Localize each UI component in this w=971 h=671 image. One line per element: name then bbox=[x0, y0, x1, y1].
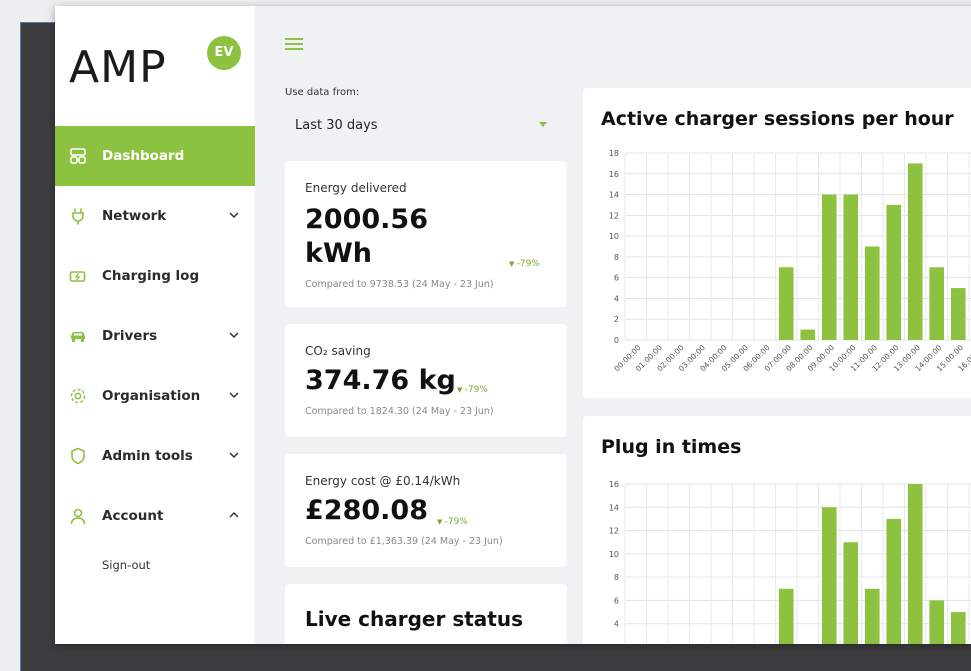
y-tick-label: 4 bbox=[614, 620, 619, 629]
sidebar-item-label: Account bbox=[102, 508, 164, 524]
sidebar-item-network[interactable]: Network bbox=[55, 186, 255, 246]
sidebar-item-charging-log[interactable]: Charging log bbox=[55, 246, 255, 306]
bar bbox=[864, 246, 880, 340]
card-title: CO₂ saving bbox=[305, 344, 371, 358]
bar bbox=[950, 612, 966, 644]
y-tick-label: 16 bbox=[609, 170, 619, 179]
comparison-text: Compared to 9738.53 (24 May - 23 Jun) bbox=[305, 279, 494, 290]
y-tick-label: 0 bbox=[614, 336, 619, 345]
sign-out-link[interactable]: Sign-out bbox=[102, 558, 150, 572]
chevron-down-icon[interactable] bbox=[227, 328, 241, 342]
caret-down-icon bbox=[539, 122, 547, 127]
bar bbox=[886, 204, 902, 340]
sidebar-item-admin-tools[interactable]: Admin tools bbox=[55, 426, 255, 486]
plug-icon bbox=[69, 207, 87, 225]
bar bbox=[843, 194, 859, 340]
bar bbox=[907, 484, 923, 644]
y-tick-label: 4 bbox=[614, 294, 619, 303]
sidebar-item-drivers[interactable]: Drivers bbox=[55, 306, 255, 366]
sidebar-item-label: Drivers bbox=[102, 328, 158, 344]
comparison-text: Compared to 1824.30 (24 May - 23 Jun) bbox=[305, 406, 494, 417]
app-window: AMP EV Dashboard Network Charging log Dr… bbox=[55, 6, 971, 644]
bar bbox=[821, 194, 837, 340]
chevron-down-icon[interactable] bbox=[227, 448, 241, 462]
sessions-bar-chart: 02468101214161800:00:0001:00:0002:00:000… bbox=[609, 149, 971, 373]
bar bbox=[929, 600, 945, 644]
y-tick-label: 6 bbox=[614, 274, 619, 283]
sidebar-item-account[interactable]: Account bbox=[55, 486, 255, 546]
energy-cost-card: Energy cost @ £0.14/kWh £280.08 -79% Com… bbox=[285, 454, 567, 567]
card-value: 2000.56 bbox=[305, 204, 428, 235]
car-icon bbox=[69, 327, 87, 345]
y-tick-label: 10 bbox=[609, 232, 619, 241]
card-title: Energy delivered bbox=[305, 181, 407, 195]
plug-in-times-panel: Plug in times 4 6 8 10 12 14 16 bbox=[583, 416, 971, 644]
date-range-label: Use data from: bbox=[285, 87, 360, 98]
sidebar-item-label: Charging log bbox=[102, 268, 200, 284]
logo-badge: EV bbox=[207, 36, 241, 70]
y-tick-label: 2 bbox=[614, 315, 619, 324]
gear-icon bbox=[69, 387, 87, 405]
comparison-text: Compared to £1,363.39 (24 May - 23 Jun) bbox=[305, 536, 503, 547]
plug-in-bar-chart: 4 6 8 10 12 14 16 bbox=[609, 480, 971, 644]
card-value: 374.76 kg bbox=[305, 365, 456, 396]
y-tick-label: 12 bbox=[609, 527, 619, 536]
y-tick-label: 8 bbox=[614, 573, 619, 582]
user-icon bbox=[69, 507, 87, 525]
bar bbox=[929, 267, 945, 340]
chevron-down-icon[interactable] bbox=[227, 388, 241, 402]
bar bbox=[843, 542, 859, 644]
date-range-value: Last 30 days bbox=[295, 118, 378, 133]
shield-icon bbox=[69, 447, 87, 465]
bar bbox=[778, 588, 794, 644]
bar bbox=[907, 163, 923, 340]
logo[interactable]: AMP EV bbox=[69, 36, 249, 96]
bar bbox=[864, 588, 880, 644]
bar bbox=[821, 507, 837, 644]
delta-badge: -79% bbox=[437, 517, 468, 527]
chevron-up-icon[interactable] bbox=[227, 508, 241, 522]
sidebar-item-label: Admin tools bbox=[102, 448, 193, 464]
chart-title: Active charger sessions per hour bbox=[601, 108, 954, 130]
y-tick-label: 12 bbox=[609, 211, 619, 220]
logo-text: AMP bbox=[69, 42, 167, 93]
y-tick-label: 6 bbox=[614, 596, 619, 605]
chart-title: Plug in times bbox=[601, 436, 742, 458]
bar bbox=[778, 267, 794, 340]
sidebar-item-label: Network bbox=[102, 208, 167, 224]
y-tick-label: 16 bbox=[609, 480, 619, 489]
bar bbox=[800, 329, 816, 340]
card-title: Live charger status bbox=[305, 607, 523, 631]
y-tick-label: 18 bbox=[609, 149, 619, 158]
card-value-unit: kWh bbox=[305, 238, 372, 269]
y-tick-label: 14 bbox=[609, 191, 619, 200]
sidebar: AMP EV Dashboard Network Charging log Dr… bbox=[55, 6, 255, 644]
battery-icon bbox=[69, 267, 87, 285]
y-tick-label: 14 bbox=[609, 503, 619, 512]
co2-saving-card: CO₂ saving 374.76 kg -79% Compared to 18… bbox=[285, 324, 567, 437]
sidebar-nav: Dashboard Network Charging log Drivers O… bbox=[55, 126, 255, 546]
energy-delivered-card: Energy delivered 2000.56 kWh -79% Compar… bbox=[285, 161, 567, 307]
card-title: Energy cost @ £0.14/kWh bbox=[305, 474, 461, 488]
y-tick-label: 8 bbox=[614, 253, 619, 262]
sidebar-item-dashboard[interactable]: Dashboard bbox=[55, 126, 255, 186]
date-range-select[interactable]: Last 30 days bbox=[285, 110, 555, 140]
delta-badge: -79% bbox=[509, 259, 540, 269]
sidebar-item-label: Organisation bbox=[102, 388, 201, 404]
sidebar-item-label: Dashboard bbox=[102, 148, 185, 164]
menu-toggle-icon[interactable] bbox=[285, 38, 303, 52]
bar bbox=[950, 288, 966, 340]
bar bbox=[886, 518, 902, 644]
chevron-down-icon[interactable] bbox=[227, 208, 241, 222]
sidebar-item-organisation[interactable]: Organisation bbox=[55, 366, 255, 426]
live-charger-status-card: Live charger status bbox=[285, 584, 567, 644]
delta-badge: -79% bbox=[457, 385, 488, 395]
sessions-chart-panel: Active charger sessions per hour 0 2 4 6 8 10… bbox=[583, 88, 971, 398]
y-tick-label: 10 bbox=[609, 550, 619, 559]
dashboard-icon bbox=[69, 147, 87, 165]
card-value: £280.08 bbox=[305, 495, 428, 526]
